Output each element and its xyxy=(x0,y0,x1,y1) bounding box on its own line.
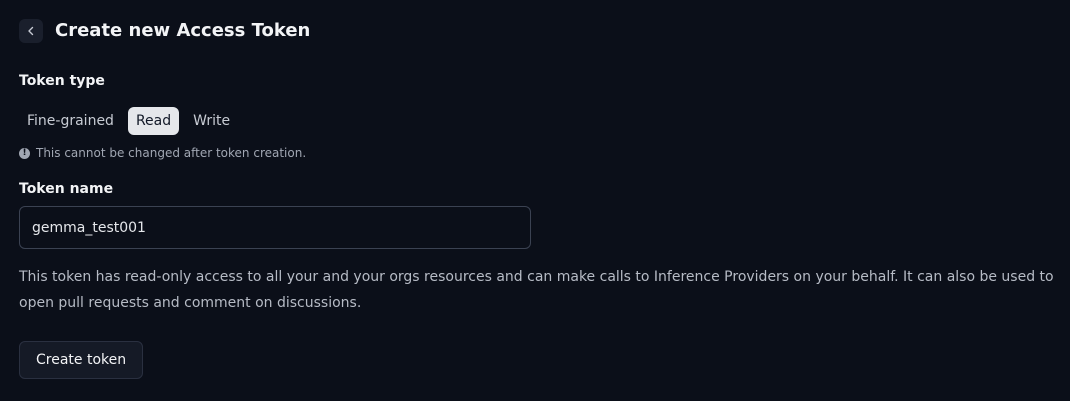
token-description: This token has read-only access to all y… xyxy=(19,269,1054,311)
page-title: Create new Access Token xyxy=(55,20,311,41)
token-type-label: Token type xyxy=(19,73,105,89)
info-icon: ! xyxy=(19,147,30,159)
token-name-label: Token name xyxy=(19,181,114,197)
token-type-tabs: Fine-grained Read Write xyxy=(19,107,238,135)
create-token-page: Create new Access Token Token type Fine-… xyxy=(0,0,1070,401)
hint-text: This cannot be changed after token creat… xyxy=(36,146,307,160)
token-name-input[interactable] xyxy=(19,206,531,249)
back-button[interactable] xyxy=(19,19,43,43)
tab-fine-grained[interactable]: Fine-grained xyxy=(19,107,122,135)
tab-read[interactable]: Read xyxy=(127,107,180,135)
chevron-left-icon xyxy=(26,26,36,36)
token-type-hint: ! This cannot be changed after token cre… xyxy=(19,145,306,161)
page-header: Create new Access Token xyxy=(19,19,310,43)
tab-write[interactable]: Write xyxy=(185,107,238,135)
create-token-button[interactable]: Create token xyxy=(19,341,144,379)
